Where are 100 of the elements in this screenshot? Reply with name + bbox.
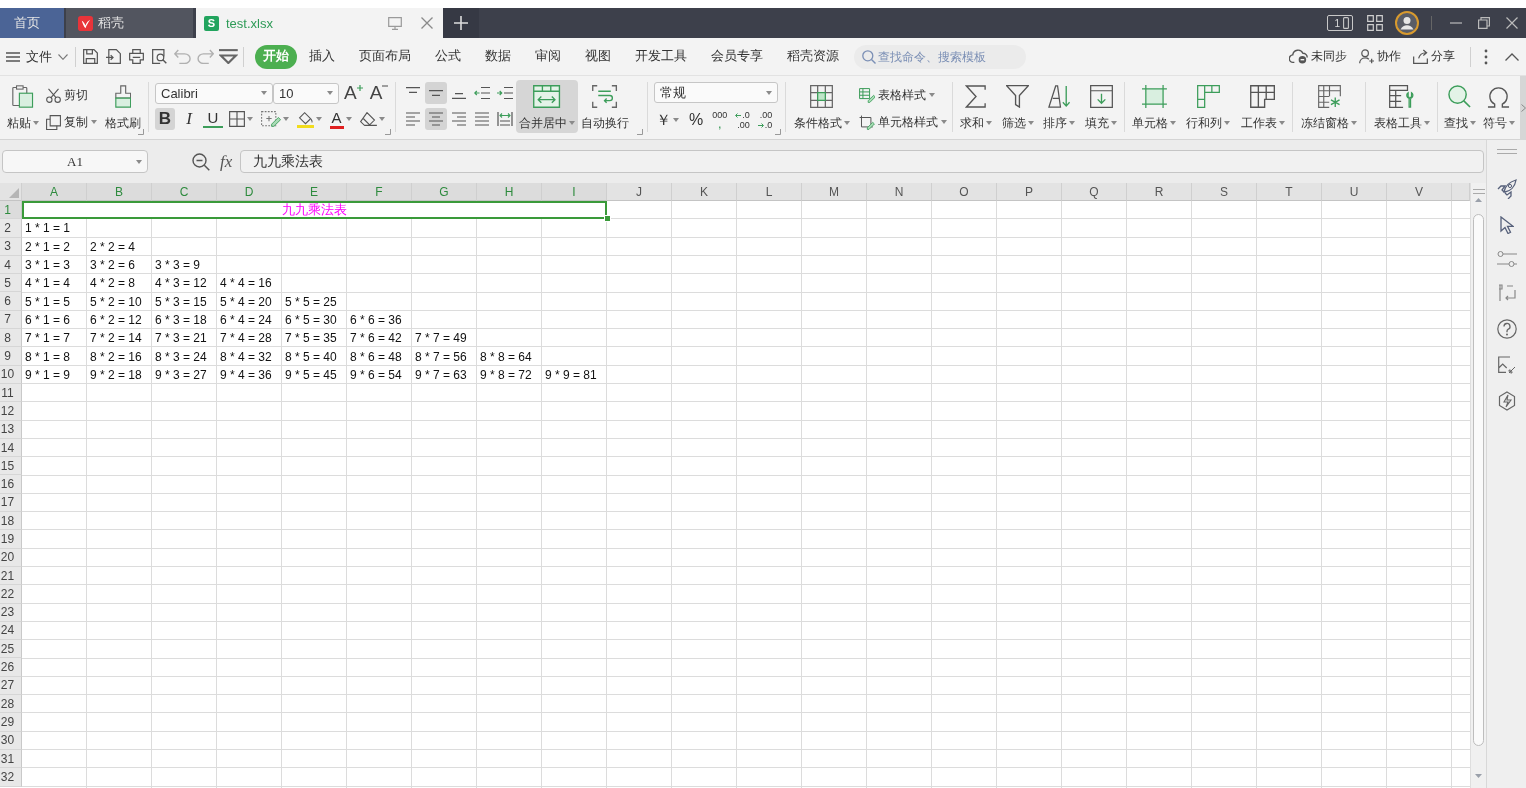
italic-button[interactable]: I bbox=[179, 108, 199, 130]
rocket-icon[interactable] bbox=[1496, 179, 1517, 199]
cursor-arrow-icon[interactable] bbox=[1499, 216, 1514, 234]
wrap-text-button[interactable]: 自动换行 bbox=[578, 80, 632, 133]
file-menu-button[interactable]: 文件 bbox=[0, 42, 72, 71]
row-header[interactable]: 2 bbox=[0, 219, 22, 238]
row-header[interactable]: 32 bbox=[0, 768, 22, 787]
select-all-button[interactable] bbox=[0, 183, 22, 201]
decrease-decimal-button[interactable]: .00 .0 bbox=[756, 109, 774, 131]
picture-leaf-icon[interactable] bbox=[1496, 356, 1517, 374]
column-header[interactable]: Q bbox=[1062, 183, 1127, 201]
cut-button[interactable]: 剪切 bbox=[46, 85, 98, 105]
bold-button[interactable]: B bbox=[155, 108, 175, 130]
column-header[interactable]: O bbox=[932, 183, 997, 201]
font-color-button[interactable]: A bbox=[327, 108, 354, 130]
document-tab[interactable]: 首页 bbox=[0, 8, 64, 38]
font-size-dropdown[interactable]: 10 bbox=[273, 82, 339, 104]
paste-button[interactable]: 粘贴 bbox=[4, 80, 43, 133]
thousands-separator-button[interactable]: 000 , bbox=[711, 109, 729, 131]
font-name-dropdown[interactable]: Calibri bbox=[155, 82, 273, 104]
row-header[interactable]: 16 bbox=[0, 475, 22, 494]
row-header[interactable]: 5 bbox=[0, 274, 22, 293]
cell-style-button[interactable]: 单元格样式 bbox=[858, 112, 948, 132]
row-header[interactable]: 19 bbox=[0, 530, 22, 549]
row-header[interactable]: 29 bbox=[0, 713, 22, 732]
column-header[interactable]: K bbox=[672, 183, 737, 201]
monitor-icon[interactable] bbox=[388, 16, 402, 30]
decrease-font-size-button[interactable]: A bbox=[367, 82, 391, 104]
row-header[interactable]: 9 bbox=[0, 347, 22, 366]
cells-button[interactable]: 单元格 bbox=[1129, 80, 1180, 133]
row-header[interactable]: 28 bbox=[0, 695, 22, 714]
grid-squares-icon[interactable] bbox=[1367, 15, 1383, 31]
row-header[interactable]: 22 bbox=[0, 585, 22, 604]
restore-icon[interactable] bbox=[1478, 17, 1490, 29]
dialog-launcher-icon[interactable] bbox=[637, 129, 643, 135]
conditional-format-button[interactable]: 条件格式 bbox=[790, 80, 853, 133]
increase-decimal-button[interactable]: .0 .00 bbox=[734, 109, 751, 131]
dialog-launcher-icon[interactable] bbox=[138, 129, 144, 135]
column-header[interactable]: T bbox=[1257, 183, 1322, 201]
sliders-icon[interactable] bbox=[1496, 251, 1517, 267]
sync-status-button[interactable]: 未同步 bbox=[1288, 48, 1347, 65]
align-middle-button[interactable] bbox=[425, 82, 447, 104]
column-header[interactable]: V bbox=[1387, 183, 1452, 201]
help-icon[interactable] bbox=[1496, 319, 1517, 339]
fill-handle[interactable] bbox=[604, 215, 611, 223]
zoom-out-icon[interactable] bbox=[192, 153, 210, 171]
row-header[interactable]: 8 bbox=[0, 329, 22, 348]
shield-bolt-icon[interactable] bbox=[1497, 391, 1516, 411]
symbol-button[interactable]: 符号 bbox=[1479, 80, 1518, 133]
ribbon-tab[interactable]: 数据 bbox=[473, 44, 523, 69]
insert-function-button[interactable]: fx bbox=[216, 150, 237, 173]
ribbon-tab[interactable]: 会员专享 bbox=[699, 44, 775, 69]
close-icon[interactable] bbox=[1506, 17, 1518, 29]
cell-pattern-button[interactable] bbox=[259, 108, 291, 130]
freeze-panes-button[interactable]: 冻结窗格 bbox=[1298, 80, 1360, 133]
row-header[interactable]: 12 bbox=[0, 402, 22, 421]
ribbon-tab[interactable]: 审阅 bbox=[523, 44, 573, 69]
underline-button[interactable]: U bbox=[203, 110, 223, 128]
dialog-launcher-icon[interactable] bbox=[775, 129, 781, 135]
new-tab-button[interactable] bbox=[443, 8, 479, 38]
row-header[interactable]: 6 bbox=[0, 292, 22, 311]
column-header[interactable]: M bbox=[802, 183, 867, 201]
dialog-launcher-icon[interactable] bbox=[385, 129, 391, 135]
ribbon-tab[interactable]: 页面布局 bbox=[347, 44, 423, 69]
name-box[interactable]: A1 bbox=[2, 150, 148, 173]
ribbon-tab[interactable]: 稻壳资源 bbox=[775, 44, 851, 69]
table-style-button[interactable]: 表格样式 bbox=[858, 85, 948, 105]
vertical-scrollbar[interactable] bbox=[1470, 183, 1486, 788]
fill-button[interactable]: 填充 bbox=[1082, 80, 1121, 133]
percent-button[interactable]: % bbox=[687, 109, 706, 131]
document-tab[interactable]: 稻壳 bbox=[66, 8, 193, 38]
number-format-dropdown[interactable]: 常规 bbox=[654, 82, 778, 103]
copy-button[interactable]: 复制 bbox=[46, 112, 98, 132]
increase-font-size-button[interactable]: A bbox=[342, 82, 365, 104]
display-mode-button[interactable]: 1 bbox=[1327, 15, 1353, 31]
collaborate-button[interactable]: 协作 bbox=[1359, 48, 1401, 65]
sum-button[interactable]: 求和 bbox=[956, 80, 995, 133]
swap-arrows-icon[interactable] bbox=[1497, 284, 1516, 302]
row-header[interactable]: 15 bbox=[0, 457, 22, 476]
row-header[interactable]: 18 bbox=[0, 512, 22, 531]
worksheet-button[interactable]: 工作表 bbox=[1237, 80, 1288, 133]
rows-columns-button[interactable]: 行和列 bbox=[1183, 80, 1234, 133]
column-header[interactable]: S bbox=[1192, 183, 1257, 201]
row-header[interactable]: 26 bbox=[0, 658, 22, 677]
column-header[interactable]: R bbox=[1127, 183, 1192, 201]
formula-field[interactable]: 九九乘法表 bbox=[240, 150, 1484, 173]
row-header[interactable]: 25 bbox=[0, 640, 22, 659]
sort-button[interactable]: 排序 bbox=[1040, 80, 1079, 133]
ribbon-tab[interactable]: 视图 bbox=[573, 44, 623, 69]
scroll-up-icon[interactable] bbox=[1475, 198, 1482, 202]
share-button[interactable]: 分享 bbox=[1413, 48, 1455, 65]
ribbon-tab[interactable]: 开发工具 bbox=[623, 44, 699, 69]
avatar-icon[interactable] bbox=[1395, 11, 1419, 35]
scrollbar-thumb[interactable] bbox=[1473, 214, 1484, 746]
table-tools-button[interactable]: 表格工具 bbox=[1370, 80, 1433, 133]
borders-button[interactable] bbox=[227, 108, 255, 130]
ribbon-tab[interactable]: 公式 bbox=[423, 44, 473, 69]
filter-button[interactable]: 筛选 bbox=[998, 80, 1037, 133]
scroll-down-icon[interactable] bbox=[1475, 774, 1482, 778]
search-field[interactable]: 查找命令、搜索模板 bbox=[854, 44, 1026, 69]
